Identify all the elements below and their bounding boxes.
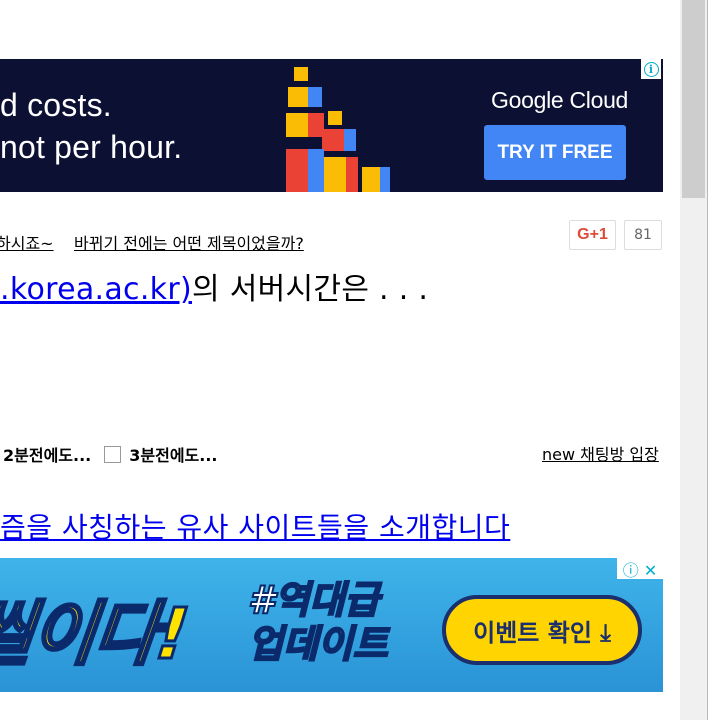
title-text: 의 서버시간은 . . .	[191, 272, 429, 307]
window-edge	[707, 0, 715, 720]
page-title: .korea.ac.kr)의 서버시간은 . . .	[0, 264, 428, 308]
page-viewport: d costs. not per hour. Google Cloud TRY …	[0, 0, 680, 720]
scrollbar-thumb[interactable]	[682, 0, 705, 198]
article-link[interactable]: 즘을 사칭하는 유사 사이트들을 소개합니다	[0, 506, 510, 546]
google-cloud-logo: Google Cloud	[491, 87, 629, 113]
share-count: 81	[624, 220, 662, 250]
site-url-link[interactable]: .korea.ac.kr)	[0, 272, 192, 307]
info-icon: i	[643, 61, 659, 77]
ad-text-line1: d costs.	[0, 87, 112, 123]
ad-info-button[interactable]: i	[641, 59, 661, 79]
option-3min-checkbox[interactable]	[104, 445, 122, 463]
cube-stack-graphic	[286, 67, 390, 192]
related-link-2[interactable]: 바뀌기 전에는 어떤 제목이었을까?	[74, 230, 304, 254]
google-cloud-ad[interactable]: d costs. not per hour. Google Cloud TRY …	[0, 59, 663, 192]
event-check-button[interactable]: 이벤트 확인 ⤓	[442, 595, 642, 665]
google-plus-button[interactable]: G+1	[569, 220, 616, 250]
game-ad-banner[interactable]: 씰이다! #역대급 업데이트 이벤트 확인 ⤓	[0, 558, 663, 692]
ad-tagline-2: 업데이트	[247, 621, 389, 667]
ad-tagline-1: #역대급	[247, 577, 380, 623]
chat-room-link[interactable]: new 채팅방 입장	[542, 441, 659, 465]
option-2min-label: 2분전에도...	[3, 446, 92, 465]
ad-hero-text: 씰이다!	[0, 592, 192, 677]
try-it-free-button[interactable]: TRY IT FREE	[484, 125, 626, 180]
option-3min-label: 3분전에도...	[129, 446, 218, 465]
ad-text-line2: not per hour.	[0, 129, 183, 165]
time-options: 2분전에도... 3분전에도...	[3, 442, 218, 466]
ad-tagline: #역대급 업데이트	[247, 577, 389, 667]
ad-close-icon[interactable]: ⓘ ✕	[617, 558, 663, 580]
related-link-1[interactable]: 하시죠~	[0, 230, 54, 254]
